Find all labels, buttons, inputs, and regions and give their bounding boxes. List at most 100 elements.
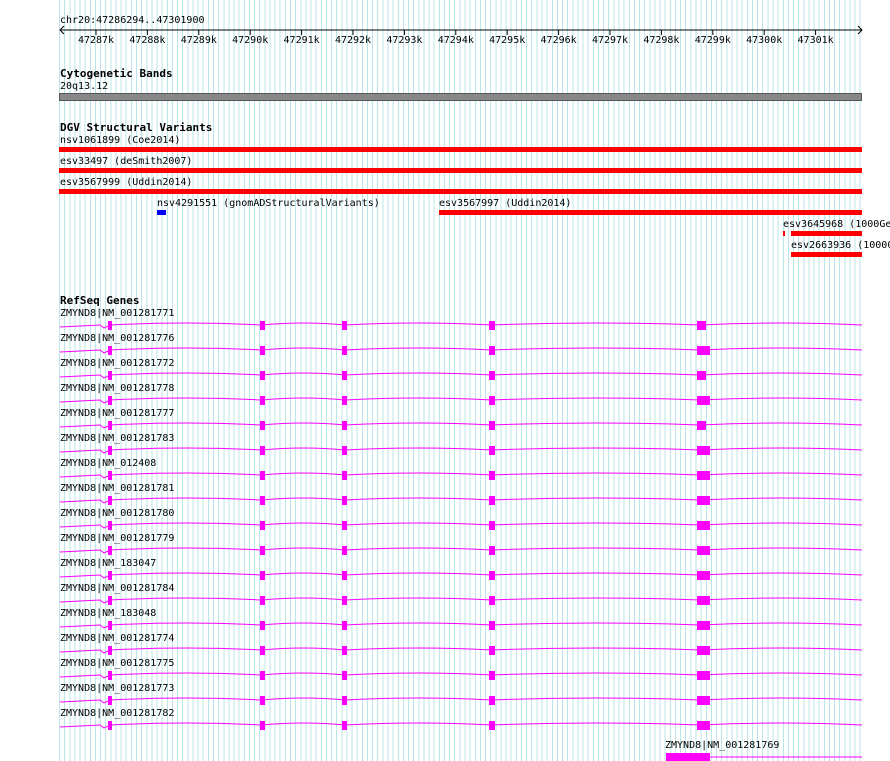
transcript-exon[interactable] (260, 521, 265, 530)
transcript-exon[interactable] (697, 321, 706, 330)
transcript-exon[interactable] (342, 721, 347, 730)
transcript-exon[interactable] (260, 421, 265, 430)
transcript-exon[interactable] (489, 621, 495, 630)
transcript-intron[interactable] (59, 372, 863, 379)
transcript-exon[interactable] (489, 521, 495, 530)
transcript-exon[interactable] (697, 446, 710, 455)
transcript-exon[interactable] (260, 346, 265, 355)
transcript-exon[interactable] (666, 753, 710, 761)
transcript-exon[interactable] (342, 471, 347, 480)
transcript-intron[interactable] (59, 422, 863, 429)
transcript-exon[interactable] (697, 471, 710, 480)
transcript-exon[interactable] (697, 721, 710, 730)
transcript-exon[interactable] (697, 596, 710, 605)
transcript-exon[interactable] (260, 321, 265, 330)
transcript-exon[interactable] (342, 621, 347, 630)
variant-feature[interactable] (791, 231, 862, 236)
transcript-exon[interactable] (108, 696, 112, 705)
transcript-exon[interactable] (489, 596, 495, 605)
transcript-exon[interactable] (342, 396, 347, 405)
transcript-intron[interactable] (59, 522, 863, 529)
transcript-exon[interactable] (697, 346, 710, 355)
variant-feature[interactable] (157, 210, 166, 215)
transcript-intron[interactable] (59, 447, 863, 454)
transcript-exon[interactable] (697, 696, 710, 705)
transcript-intron[interactable] (59, 347, 863, 354)
transcript-exon[interactable] (108, 471, 112, 480)
transcript-exon[interactable] (697, 546, 710, 555)
transcript-exon[interactable] (108, 671, 112, 680)
transcript-exon[interactable] (489, 471, 495, 480)
transcript-intron[interactable] (59, 597, 863, 604)
transcript-exon[interactable] (260, 471, 265, 480)
transcript-exon[interactable] (342, 671, 347, 680)
transcript-exon[interactable] (260, 546, 265, 555)
cytoband-bar[interactable] (59, 93, 862, 101)
transcript-exon[interactable] (697, 646, 710, 655)
transcript-exon[interactable] (342, 346, 347, 355)
transcript-exon[interactable] (489, 396, 495, 405)
transcript-exon[interactable] (697, 496, 710, 505)
transcript-exon[interactable] (697, 521, 710, 530)
variant-feature[interactable] (59, 168, 862, 173)
transcript-exon[interactable] (697, 571, 710, 580)
transcript-intron[interactable] (59, 622, 863, 629)
transcript-intron[interactable] (59, 547, 863, 554)
transcript-exon[interactable] (342, 696, 347, 705)
transcript-intron[interactable] (59, 647, 863, 654)
transcript-exon[interactable] (260, 371, 265, 380)
transcript-exon[interactable] (260, 496, 265, 505)
transcript-exon[interactable] (489, 496, 495, 505)
coordinate-ruler[interactable]: chr20:47286294..47301900 47287k 47288k 472… (0, 0, 890, 60)
transcript-exon[interactable] (342, 521, 347, 530)
transcript-exon[interactable] (489, 421, 495, 430)
transcript-exon[interactable] (342, 596, 347, 605)
transcript-exon[interactable] (260, 621, 265, 630)
transcript-exon[interactable] (260, 596, 265, 605)
transcript-exon[interactable] (108, 321, 112, 330)
transcript-exon[interactable] (697, 621, 710, 630)
transcript-exon[interactable] (489, 571, 495, 580)
transcript-intron[interactable] (59, 322, 863, 329)
transcript-intron[interactable] (59, 497, 863, 504)
transcript-exon[interactable] (489, 371, 495, 380)
transcript-exon[interactable] (108, 621, 112, 630)
transcript-exon[interactable] (489, 446, 495, 455)
transcript-exon[interactable] (489, 646, 495, 655)
transcript-exon[interactable] (489, 721, 495, 730)
transcript-exon[interactable] (342, 496, 347, 505)
transcript-exon[interactable] (108, 721, 112, 730)
transcript-exon[interactable] (108, 421, 112, 430)
transcript-exon[interactable] (489, 671, 495, 680)
transcript-intron[interactable] (59, 472, 863, 479)
transcript-exon[interactable] (260, 646, 265, 655)
transcript-exon[interactable] (260, 721, 265, 730)
transcript-exon[interactable] (342, 646, 347, 655)
transcript-intron[interactable] (59, 697, 863, 704)
transcript-exon[interactable] (108, 396, 112, 405)
transcript-exon[interactable] (342, 546, 347, 555)
transcript-exon[interactable] (697, 421, 706, 430)
transcript-exon[interactable] (260, 671, 265, 680)
transcript-exon[interactable] (489, 546, 495, 555)
transcript-exon[interactable] (108, 446, 112, 455)
transcript-exon[interactable] (108, 571, 112, 580)
transcript-exon[interactable] (260, 446, 265, 455)
transcript-exon[interactable] (342, 446, 347, 455)
transcript-exon[interactable] (108, 346, 112, 355)
transcript-exon[interactable] (489, 696, 495, 705)
transcript-exon[interactable] (108, 596, 112, 605)
transcript-exon[interactable] (697, 671, 710, 680)
transcript-exon[interactable] (108, 546, 112, 555)
variant-feature[interactable] (791, 252, 862, 257)
transcript-intron[interactable] (59, 572, 863, 579)
transcript-exon[interactable] (108, 646, 112, 655)
transcript-exon[interactable] (697, 396, 710, 405)
transcript-exon[interactable] (342, 571, 347, 580)
transcript-exon[interactable] (697, 371, 706, 380)
transcript-exon[interactable] (342, 421, 347, 430)
transcript-exon[interactable] (342, 371, 347, 380)
transcript-exon[interactable] (108, 521, 112, 530)
transcript-intron[interactable] (59, 672, 863, 679)
transcript-exon[interactable] (342, 321, 347, 330)
